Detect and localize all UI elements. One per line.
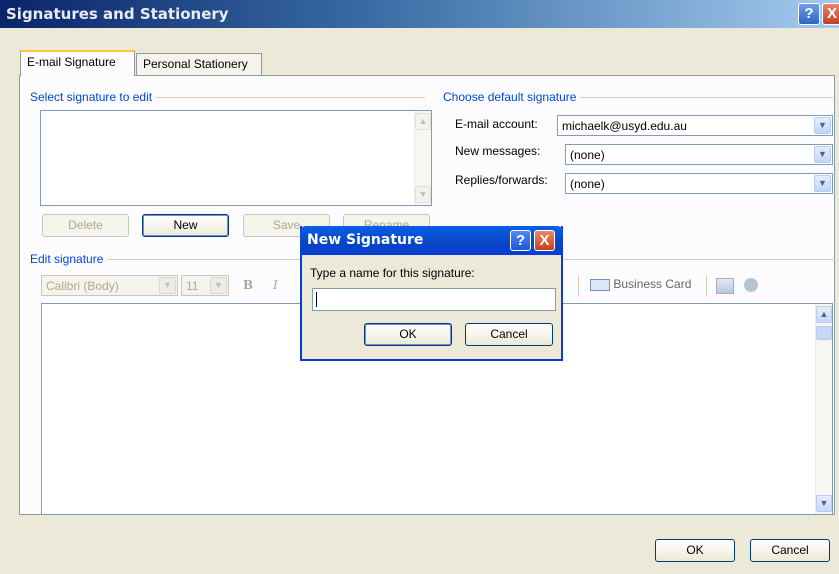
scroll-up-icon[interactable]: ▲ [415,113,431,130]
replies-forwards-label: Replies/forwards: [455,173,548,187]
dialog-cancel-button[interactable]: Cancel [465,323,553,346]
font-size-select[interactable]: 11 ▼ [181,275,229,296]
hyperlink-icon[interactable] [744,278,758,292]
scroll-thumb[interactable] [816,326,832,340]
dialog-title: New Signature [307,232,424,248]
tab-label: E-mail Signature [27,55,116,69]
editor-scrollbar[interactable]: ▲ ▼ [815,304,832,514]
close-icon[interactable]: X [534,230,555,251]
font-select[interactable]: Calibri (Body) ▼ [41,275,178,296]
insert-picture-icon[interactable] [716,278,734,294]
tab-label: Personal Stationery [143,57,248,71]
italic-button[interactable]: I [273,278,278,292]
chevron-down-icon[interactable]: ▼ [814,117,831,134]
ok-button[interactable]: OK [655,539,735,562]
signature-name-prompt: Type a name for this signature: [310,266,475,280]
signature-list-scrollbar[interactable]: ▲ ▼ [414,111,431,205]
edit-signature-label: Edit signature [30,252,108,266]
chevron-down-icon[interactable]: ▼ [210,277,227,294]
scroll-down-icon[interactable]: ▼ [415,186,431,203]
signature-name-input[interactable] [312,288,556,311]
email-account-label: E-mail account: [455,117,538,131]
window-titlebar[interactable]: Signatures and Stationery ? X [0,0,839,28]
text-caret [316,292,317,307]
email-account-value: michaelk@usyd.edu.au [562,119,687,133]
scroll-up-icon[interactable]: ▲ [816,306,832,323]
dialog-ok-button[interactable]: OK [364,323,452,346]
toolbar-separator [706,275,707,297]
email-account-select[interactable]: michaelk@usyd.edu.au ▼ [557,115,833,136]
business-card-label: Business Card [613,277,692,291]
new-signature-dialog: New Signature ? X Type a name for this s… [300,226,563,361]
tab-email-signature[interactable]: E-mail Signature [20,50,135,76]
new-messages-select[interactable]: (none) ▼ [565,144,833,165]
business-card-icon [590,278,610,291]
dialog-titlebar[interactable]: New Signature ? X [300,226,563,255]
business-card-button[interactable]: Business Card [590,277,691,291]
tab-personal-stationery[interactable]: Personal Stationery [136,53,262,75]
chevron-down-icon[interactable]: ▼ [159,277,176,294]
delete-button[interactable]: Delete [42,214,129,237]
default-signature-label: Choose default signature [443,90,581,104]
select-signature-label: Select signature to edit [30,90,157,104]
font-value: Calibri (Body) [46,279,119,293]
help-icon[interactable]: ? [510,230,531,251]
window-title: Signatures and Stationery [6,5,229,23]
toolbar-separator [578,275,579,297]
chevron-down-icon[interactable]: ▼ [814,146,831,163]
chevron-down-icon[interactable]: ▼ [814,175,831,192]
cancel-button[interactable]: Cancel [750,539,830,562]
new-messages-label: New messages: [455,144,541,158]
scroll-down-icon[interactable]: ▼ [816,495,832,512]
replies-forwards-select[interactable]: (none) ▼ [565,173,833,194]
font-size-value: 11 [186,279,199,293]
help-icon[interactable]: ? [798,3,820,25]
replies-forwards-value: (none) [570,177,605,191]
bold-button[interactable]: B [243,278,253,292]
new-button[interactable]: New [142,214,229,237]
close-icon[interactable]: X [822,3,839,25]
signature-list[interactable]: ▲ ▼ [40,110,432,206]
new-messages-value: (none) [570,148,605,162]
